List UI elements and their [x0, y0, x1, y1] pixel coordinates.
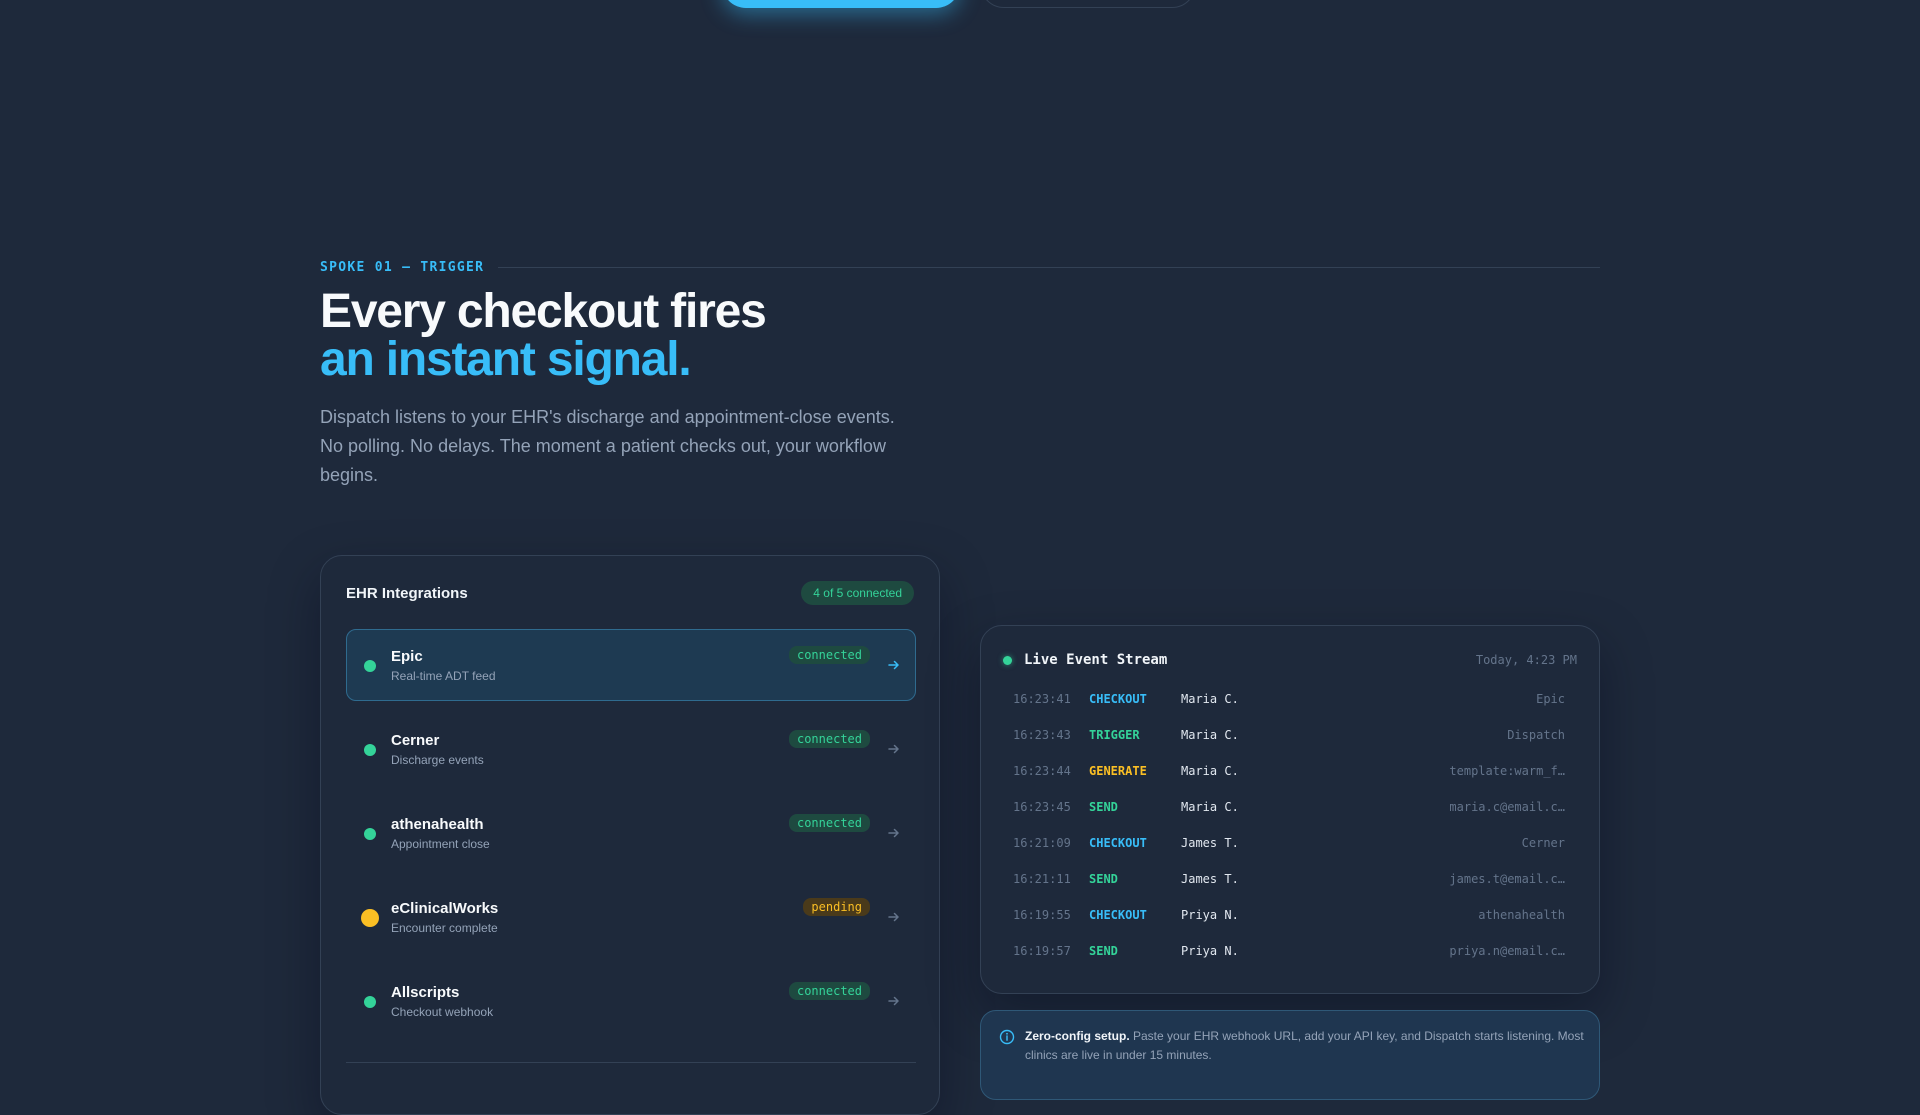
event-type: SEND — [1089, 800, 1118, 814]
stream-header: Live Event Stream Today, 4:23 PM — [1003, 650, 1577, 670]
eyebrow-label: SPOKE 01 — TRIGGER — [320, 259, 485, 275]
ehr-item-name: eClinicalWorks — [391, 900, 499, 917]
arrow-right-icon[interactable] — [885, 740, 903, 758]
event-list: 16:23:41 CHECKOUT Maria C. Epic 16:23:43 TRIG… — [1013, 692, 1565, 980]
live-dot-icon — [1003, 655, 1012, 665]
ehr-status-badge: connected — [788, 646, 870, 664]
ehr-item-name: Cerner — [391, 732, 440, 749]
status-dot-icon — [361, 909, 379, 927]
event-type: TRIGGER — [1089, 728, 1140, 742]
event-row: 16:21:11 SEND James T. james.t@email.c… — [1013, 872, 1565, 908]
secondary-cta-button[interactable] — [980, 0, 1196, 8]
event-type: SEND — [1089, 944, 1118, 958]
event-target: Epic — [1536, 692, 1565, 706]
ehr-card-title: EHR Integrations — [346, 584, 468, 602]
ehr-item-description: Real-time ADT feed — [391, 669, 496, 683]
section-headline: Every checkout fires an instant signal. — [320, 285, 767, 386]
event-type: SEND — [1089, 872, 1118, 886]
ehr-item-name: athenahealth — [391, 816, 484, 833]
status-dot-icon — [364, 744, 376, 756]
event-type: CHECKOUT — [1089, 908, 1147, 922]
event-patient: James T. — [1181, 836, 1239, 850]
ehr-item-description: Checkout webhook — [391, 1005, 494, 1019]
eyebrow-divider — [498, 266, 1600, 268]
status-dot-icon — [364, 996, 376, 1008]
event-type: GENERATE — [1089, 764, 1147, 778]
ehr-item-description: Encounter complete — [391, 921, 498, 935]
event-row: 16:23:44 GENERATE Maria C. template:warm_f… — [1013, 764, 1565, 800]
event-row: 16:23:43 TRIGGER Maria C. Dispatch — [1013, 728, 1565, 764]
event-patient: James T. — [1181, 872, 1239, 886]
setup-info-note: Zero-config setup. Paste your EHR webhoo… — [980, 1010, 1600, 1100]
event-target: maria.c@email.c… — [1449, 800, 1565, 814]
connected-count-badge: 4 of 5 connected — [801, 581, 914, 605]
ehr-item-description: Discharge events — [391, 753, 484, 767]
ehr-status-badge: pending — [803, 898, 870, 916]
event-row: 16:21:09 CHECKOUT James T. Cerner — [1013, 836, 1565, 872]
arrow-right-icon[interactable] — [885, 824, 903, 842]
ehr-list: Epic Real-time ADT feed connected Cerner Dis… — [346, 629, 916, 1049]
event-target: template:warm_f… — [1449, 764, 1565, 778]
event-time: 16:23:45 — [1013, 800, 1071, 814]
ehr-item-athenahealth[interactable]: athenahealth Appointment close connected — [346, 797, 916, 869]
event-target: athenahealth — [1478, 908, 1565, 922]
event-patient: Maria C. — [1181, 764, 1239, 778]
event-type: CHECKOUT — [1089, 692, 1147, 706]
ehr-item-cerner[interactable]: Cerner Discharge events connected — [346, 713, 916, 785]
ehr-status-badge: connected — [788, 982, 870, 1000]
event-patient: Maria C. — [1181, 728, 1239, 742]
ehr-status-badge: connected — [788, 730, 870, 748]
event-target: Cerner — [1521, 836, 1565, 850]
status-dot-icon — [364, 828, 376, 840]
info-note-bold: Zero-config setup. — [1025, 1029, 1130, 1043]
event-time: 16:23:43 — [1013, 728, 1071, 742]
ehr-item-epic[interactable]: Epic Real-time ADT feed connected — [346, 629, 916, 701]
event-time: 16:21:09 — [1013, 836, 1071, 850]
ehr-item-allscripts[interactable]: Allscripts Checkout webhook connected — [346, 965, 916, 1037]
event-patient: Maria C. — [1181, 800, 1239, 814]
arrow-right-icon[interactable] — [885, 992, 903, 1010]
live-event-stream-card: Live Event Stream Today, 4:23 PM 16:23:4… — [980, 625, 1600, 994]
arrow-right-icon[interactable] — [885, 908, 903, 926]
stream-title: Live Event Stream — [1024, 652, 1168, 668]
status-dot-icon — [364, 660, 376, 672]
ehr-status-badge: connected — [788, 814, 870, 832]
event-target: Dispatch — [1507, 728, 1565, 742]
event-time: 16:21:11 — [1013, 872, 1071, 886]
event-patient: Priya N. — [1181, 908, 1239, 922]
event-row: 16:19:55 CHECKOUT Priya N. athenahealth — [1013, 908, 1565, 944]
info-icon — [999, 1029, 1015, 1045]
event-time: 16:19:57 — [1013, 944, 1071, 958]
event-type: CHECKOUT — [1089, 836, 1147, 850]
headline-line-2: an instant signal. — [320, 333, 692, 386]
ehr-item-name: Epic — [391, 648, 423, 665]
headline-line-1: Every checkout fires — [320, 285, 767, 338]
event-time: 16:19:55 — [1013, 908, 1071, 922]
event-target: james.t@email.c… — [1449, 872, 1565, 886]
ehr-item-eclinicalworks[interactable]: eClinicalWorks Encounter complete pending — [346, 881, 916, 953]
event-time: 16:23:44 — [1013, 764, 1071, 778]
ehr-item-name: Allscripts — [391, 984, 460, 1001]
event-time: 16:23:41 — [1013, 692, 1071, 706]
event-row: 16:23:41 CHECKOUT Maria C. Epic — [1013, 692, 1565, 728]
primary-cta-button[interactable] — [722, 0, 960, 8]
arrow-right-icon[interactable] — [885, 656, 903, 674]
ehr-integrations-card: EHR Integrations 4 of 5 connected Epic Re… — [320, 555, 940, 1115]
event-row: 16:19:57 SEND Priya N. priya.n@email.c… — [1013, 944, 1565, 980]
event-patient: Maria C. — [1181, 692, 1239, 706]
section-eyebrow: SPOKE 01 — TRIGGER — [320, 258, 1600, 276]
event-patient: Priya N. — [1181, 944, 1239, 958]
ehr-card-header: EHR Integrations 4 of 5 connected — [346, 580, 914, 606]
section-description: Dispatch listens to your EHR's discharge… — [320, 407, 895, 485]
event-target: priya.n@email.c… — [1449, 944, 1565, 958]
ehr-card-divider — [346, 1062, 916, 1063]
stream-timestamp: Today, 4:23 PM — [1475, 653, 1577, 667]
ehr-item-description: Appointment close — [391, 837, 490, 851]
event-row: 16:23:45 SEND Maria C. maria.c@email.c… — [1013, 800, 1565, 836]
info-note-text: Zero-config setup. Paste your EHR webhoo… — [1025, 1027, 1585, 1065]
